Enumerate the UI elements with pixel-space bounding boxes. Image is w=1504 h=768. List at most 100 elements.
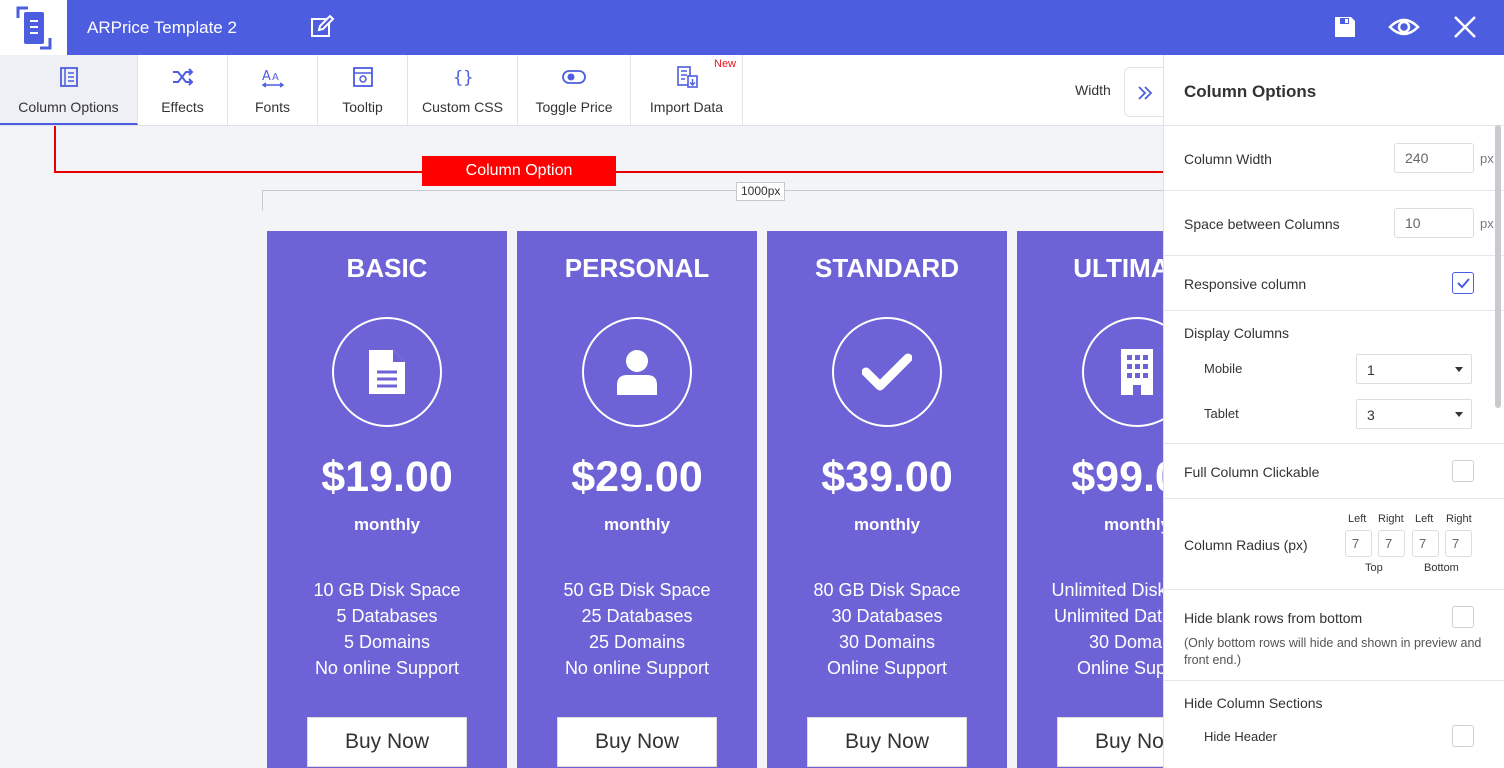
- edit-icon[interactable]: [308, 13, 336, 41]
- radius-top-right-label: Right: [1378, 513, 1404, 525]
- hide-blank-rows-checkbox[interactable]: [1452, 606, 1474, 628]
- mobile-label: Mobile: [1204, 361, 1243, 376]
- panel-scrollbar[interactable]: [1495, 125, 1501, 408]
- tab-label: Toggle Price: [535, 99, 613, 115]
- feature-row: Online Support: [1076, 658, 1163, 678]
- pricing-column-personal[interactable]: PERSONAL $29.00 monthly 50 GB Disk Space…: [517, 231, 757, 768]
- buy-now-button[interactable]: Buy Now: [807, 717, 967, 767]
- buy-now-button[interactable]: Buy Now: [307, 717, 467, 767]
- display-columns-label: Display Columns: [1184, 325, 1290, 341]
- tab-tooltip[interactable]: Tooltip: [318, 55, 408, 125]
- column-period: monthly: [603, 515, 671, 534]
- feature-row: Online Support: [826, 658, 948, 678]
- user-icon: [617, 350, 657, 395]
- panel-title: Column Options: [1184, 82, 1317, 101]
- radius-bottom-group-label: Bottom: [1424, 562, 1459, 574]
- hide-blank-rows-label: Hide blank rows from bottom: [1184, 610, 1363, 626]
- tab-fonts[interactable]: A A Fonts: [228, 55, 318, 125]
- template-canvas: BASIC $19.00 monthly 10 GB Disk Space 5 …: [0, 126, 1163, 768]
- space-between-input[interactable]: 10: [1394, 208, 1474, 238]
- width-ruler: [262, 190, 1164, 191]
- tab-label: Tooltip: [342, 99, 383, 115]
- pricing-column-basic[interactable]: BASIC $19.00 monthly 10 GB Disk Space 5 …: [267, 231, 507, 768]
- column-title: PERSONAL: [564, 253, 710, 283]
- checkmark-icon: [1457, 278, 1470, 289]
- space-between-row: Space between Columns 10 px: [1164, 190, 1504, 255]
- column-price: $39.00: [821, 453, 953, 501]
- buy-now-button[interactable]: Buy Now: [1057, 717, 1163, 767]
- tab-effects[interactable]: Effects: [138, 55, 228, 125]
- pricing-column-ultimate[interactable]: ULTIMATE $99.00 monthly Unlimited Disk S…: [1017, 231, 1163, 768]
- feature-row: Unlimited Disk Space: [1051, 580, 1163, 600]
- hide-column-sections-label: Hide Column Sections: [1184, 695, 1323, 711]
- collapse-panel-button[interactable]: [1124, 67, 1164, 117]
- feature-row: 30 Databases: [831, 606, 943, 626]
- column-icon-circle: [832, 317, 942, 427]
- feature-row: 30 Domains: [1088, 632, 1163, 652]
- feature-row: 5 Domains: [343, 632, 431, 652]
- buy-now-button[interactable]: Buy Now: [557, 717, 717, 767]
- width-ruler-tick: [262, 190, 263, 210]
- top-bar: ARPrice Template 2: [0, 0, 1504, 55]
- column-option-highlight-tag: Column Option: [422, 156, 616, 186]
- hide-column-sections-row: Hide Column Sections Hide Header: [1164, 680, 1504, 768]
- display-columns-row: Display Columns Mobile 1 Tablet 3: [1164, 310, 1504, 443]
- building-icon: [1121, 349, 1153, 395]
- unit-label: px: [1480, 151, 1494, 166]
- hide-header-checkbox[interactable]: [1452, 725, 1474, 747]
- full-column-clickable-row: Full Column Clickable: [1164, 443, 1504, 498]
- column-title: BASIC: [346, 253, 428, 283]
- column-width-row: Column Width 240 px: [1164, 125, 1504, 190]
- tab-label: Fonts: [254, 99, 290, 115]
- column-price: $99.00: [1071, 453, 1163, 501]
- preview-eye-icon[interactable]: [1388, 13, 1420, 41]
- close-icon[interactable]: [1451, 13, 1479, 41]
- column-icon-circle: [582, 317, 692, 427]
- feature-row: 25 Domains: [588, 632, 686, 652]
- select-value: 3: [1367, 407, 1375, 423]
- radius-bottom-left-input[interactable]: 7: [1412, 530, 1439, 557]
- column-radius-label: Column Radius (px): [1184, 537, 1308, 553]
- mobile-columns-select[interactable]: 1: [1356, 354, 1472, 384]
- feature-row: 50 GB Disk Space: [563, 580, 711, 600]
- braces-icon: {}: [453, 68, 473, 88]
- radius-top-right-input[interactable]: 7: [1378, 530, 1405, 557]
- radius-top-left-input[interactable]: 7: [1345, 530, 1372, 557]
- feature-row: 30 Domains: [838, 632, 936, 652]
- save-icon[interactable]: [1331, 13, 1359, 41]
- caret-down-icon: [1455, 367, 1463, 372]
- tab-column-options[interactable]: Column Options: [0, 55, 138, 125]
- hide-blank-rows-note: (Only bottom rows will hide and shown in…: [1184, 636, 1482, 667]
- tab-label: Import Data: [649, 99, 724, 115]
- svg-text:{}: {}: [453, 68, 473, 88]
- feature-row: 10 GB Disk Space: [313, 580, 461, 600]
- column-title: STANDARD: [815, 253, 959, 283]
- radius-bottom-left-label: Left: [1415, 513, 1434, 525]
- column-width-input[interactable]: 240: [1394, 143, 1474, 173]
- tab-toggle-price[interactable]: Toggle Price: [518, 55, 631, 125]
- width-label: Width: [1075, 82, 1111, 98]
- column-features: Unlimited Disk Space Unlimited Databases…: [1017, 577, 1163, 681]
- radius-bottom-right-input[interactable]: 7: [1445, 530, 1472, 557]
- feature-row: Unlimited Databases: [1053, 606, 1163, 626]
- full-column-clickable-checkbox[interactable]: [1452, 460, 1474, 482]
- radius-bottom-right-label: Right: [1446, 513, 1472, 525]
- responsive-column-label: Responsive column: [1184, 276, 1307, 292]
- fonts-icon: A A: [261, 69, 284, 88]
- tab-custom-css[interactable]: {} Custom CSS: [408, 55, 518, 125]
- feature-row: 5 Databases: [336, 606, 438, 626]
- feature-row: 80 GB Disk Space: [813, 580, 961, 600]
- tablet-columns-select[interactable]: 3: [1356, 399, 1472, 429]
- responsive-column-checkbox[interactable]: [1452, 272, 1474, 294]
- radius-top-group-label: Top: [1365, 562, 1383, 574]
- feature-row: No online Support: [564, 658, 710, 678]
- options-toolbar: Column Options Effects A A Fonts Tooltip…: [0, 55, 1164, 126]
- svg-text:A: A: [272, 72, 279, 83]
- width-ruler-label: 1000px: [736, 182, 786, 201]
- full-column-clickable-label: Full Column Clickable: [1184, 464, 1320, 480]
- pricing-column-standard[interactable]: STANDARD $39.00 monthly 80 GB Disk Space…: [767, 231, 1007, 768]
- select-value: 1: [1367, 362, 1375, 378]
- new-badge: New: [714, 58, 737, 70]
- column-options-panel: Column Options Column Width 240 px Space…: [1163, 55, 1504, 768]
- column-features: 80 GB Disk Space 30 Databases 30 Domains…: [767, 577, 1007, 681]
